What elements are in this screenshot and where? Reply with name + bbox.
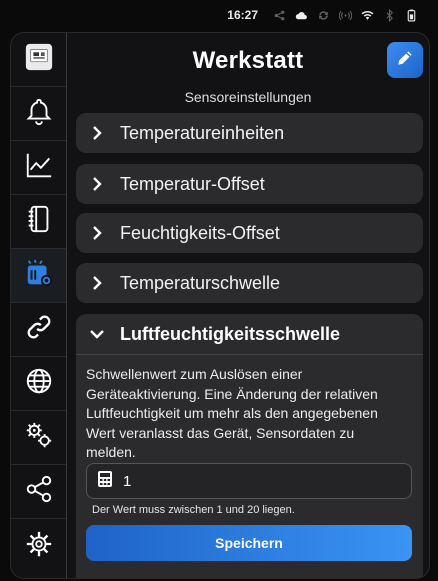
save-button[interactable]: Speichern xyxy=(86,525,412,561)
section-label: Feuchtigkeits-Offset xyxy=(120,222,280,243)
link-icon xyxy=(24,312,54,347)
pencil-icon xyxy=(395,48,415,73)
sidebar-item-links[interactable] xyxy=(11,303,66,357)
sidebar-item-logs[interactable] xyxy=(11,195,66,249)
sidebar-item-advanced[interactable] xyxy=(11,411,66,465)
sidebar xyxy=(11,33,67,578)
chevron-right-icon xyxy=(90,276,104,290)
sidebar-item-alarms[interactable] xyxy=(11,87,66,141)
description-line: Wert veranlasst das Gerät, Sensordaten z… xyxy=(86,424,355,441)
section-temperature-threshold[interactable]: Temperaturschwelle xyxy=(76,263,423,303)
sidebar-item-share[interactable] xyxy=(11,465,66,519)
section-label: Temperatur-Offset xyxy=(120,173,265,194)
page-subtitle: Sensoreinstellungen xyxy=(184,89,312,105)
chevron-right-icon xyxy=(90,126,104,140)
edit-button[interactable] xyxy=(387,42,423,78)
section-label: Temperaturschwelle xyxy=(120,272,281,293)
sidebar-item-network[interactable] xyxy=(11,357,66,411)
sensor-gear-icon xyxy=(24,258,54,293)
section-label: Temperatureinheiten xyxy=(120,122,285,143)
description-line: Schwellenwert zum Auslösen einer xyxy=(86,366,303,382)
description-line: Geräteaktivierung. Eine Änderung der rel… xyxy=(86,385,378,402)
section-humidity-threshold: Luftfeuchtigkeitsschwelle Schwellenwert … xyxy=(76,314,423,578)
validation-hint: Der Wert muss zwischen 1 und 20 liegen. xyxy=(92,504,295,516)
sidebar-item-settings[interactable] xyxy=(11,519,66,573)
sidebar-item-device[interactable] xyxy=(11,33,66,87)
gears-icon xyxy=(24,420,54,455)
chevron-right-icon xyxy=(90,226,104,240)
description-line: melden. xyxy=(86,444,136,460)
wifi-icon xyxy=(361,9,374,22)
cloud-icon xyxy=(295,9,308,22)
share-dots-icon xyxy=(273,9,286,22)
section-temperature-units[interactable]: Temperatureinheiten xyxy=(76,113,423,153)
section-humidity-threshold-header[interactable]: Luftfeuchtigkeitsschwelle xyxy=(76,314,423,355)
app-window: Werkstatt Sensoreinstellungen Temperatur… xyxy=(10,32,430,579)
calculator-icon xyxy=(97,470,123,493)
chevron-down-icon xyxy=(90,327,104,341)
status-time: 16:27 xyxy=(227,8,258,22)
hotspot-icon xyxy=(339,9,352,22)
globe-icon xyxy=(24,366,54,401)
sidebar-item-sensor-settings[interactable] xyxy=(11,249,66,303)
section-label: Luftfeuchtigkeitsschwelle xyxy=(120,323,341,344)
sync-icon xyxy=(317,9,330,22)
sidebar-item-charts[interactable] xyxy=(11,141,66,195)
humidity-threshold-field[interactable] xyxy=(86,463,412,499)
battery-icon xyxy=(405,9,418,22)
share-icon xyxy=(24,474,54,509)
chart-line-icon xyxy=(24,150,54,185)
description-line: Luftfeuchtigkeit um mehr als den angegeb… xyxy=(86,405,378,421)
threshold-description: Schwellenwert zum Auslösen einer Gerätea… xyxy=(86,365,416,463)
bluetooth-icon xyxy=(383,8,396,22)
page-title: Werkstatt xyxy=(192,47,304,74)
gear-icon xyxy=(24,529,54,564)
sensor-device-image xyxy=(24,42,54,77)
humidity-threshold-input[interactable] xyxy=(123,472,403,490)
chevron-right-icon xyxy=(90,177,104,191)
section-humidity-offset[interactable]: Feuchtigkeits-Offset xyxy=(76,213,423,253)
status-bar: 16:27 xyxy=(0,0,438,30)
main-panel: Werkstatt Sensoreinstellungen Temperatur… xyxy=(67,33,429,578)
bell-icon xyxy=(24,96,54,131)
section-temperature-offset[interactable]: Temperatur-Offset xyxy=(76,164,423,204)
notebook-icon xyxy=(24,204,54,239)
